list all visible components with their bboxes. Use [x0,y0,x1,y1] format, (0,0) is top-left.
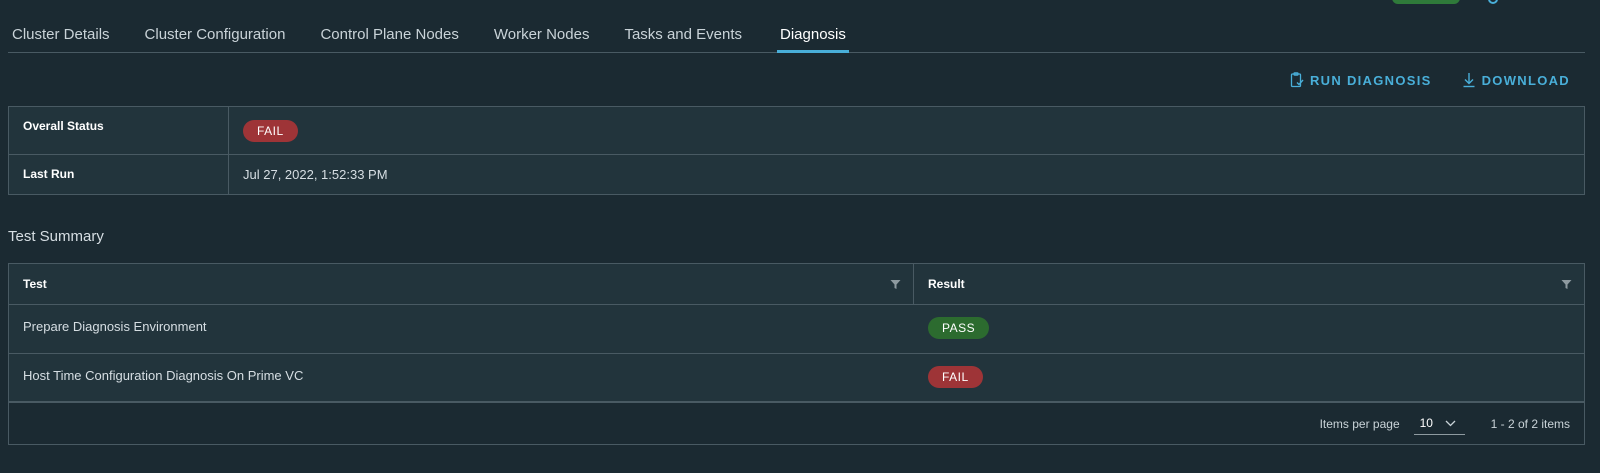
overall-status-label: Overall Status [9,107,229,154]
tab-cluster-configuration[interactable]: Cluster Configuration [145,18,286,53]
tab-cluster-details[interactable]: Cluster Details [12,18,110,53]
run-diagnosis-label: RUN DIAGNOSIS [1309,72,1432,88]
top-help-icon[interactable] [1488,0,1498,4]
filter-icon[interactable] [890,279,901,290]
download-icon [1463,73,1475,88]
grid-header: Test Result [9,264,1584,305]
run-diagnosis-button[interactable]: RUN DIAGNOSIS [1290,72,1432,88]
column-header-result-label: Result [928,277,965,291]
status-badge: PASS [928,317,990,339]
last-run-row: Last Run Jul 27, 2022, 1:52:33 PM [9,155,1584,194]
tab-tasks-and-events[interactable]: Tasks and Events [624,18,742,53]
column-header-result[interactable]: Result [914,264,1584,304]
test-summary-title: Test Summary [8,228,104,245]
table-row[interactable]: Host Time Configuration Diagnosis On Pri… [9,354,1584,403]
status-badge: FAIL [928,366,983,388]
overall-status-value: FAIL [229,107,312,154]
grid-footer: Items per page 10 1 - 2 of 2 items [9,403,1584,444]
items-per-page-select[interactable]: 10 [1413,413,1465,435]
test-summary-grid: Test Result Prepare Diagnosis Environmen… [8,263,1585,445]
items-per-page-value: 10 [1419,416,1433,430]
tab-diagnosis[interactable]: Diagnosis [777,18,849,53]
items-per-page-label: Items per page [1319,416,1400,431]
table-row[interactable]: Prepare Diagnosis Environment PASS [9,305,1584,354]
pagination-range: 1 - 2 of 2 items [1490,416,1570,431]
test-name-cell: Host Time Configuration Diagnosis On Pri… [23,368,304,383]
download-label: DOWNLOAD [1481,72,1570,88]
tab-worker-nodes[interactable]: Worker Nodes [494,18,590,53]
download-button[interactable]: DOWNLOAD [1462,72,1570,88]
status-table: Overall Status FAIL Last Run Jul 27, 202… [8,106,1585,195]
tab-control-plane-nodes[interactable]: Control Plane Nodes [320,18,458,53]
status-badge: FAIL [243,120,298,142]
test-name-cell: Prepare Diagnosis Environment [23,319,207,334]
clipboard-check-icon [1290,72,1304,88]
chevron-down-icon [1445,420,1456,426]
result-cell: FAIL [914,354,1584,401]
last-run-label: Last Run [9,155,229,194]
last-run-value: Jul 27, 2022, 1:52:33 PM [243,167,388,182]
action-bar: RUN DIAGNOSIS DOWNLOAD [1290,72,1570,88]
overall-status-row: Overall Status FAIL [9,107,1584,155]
result-cell: PASS [914,305,1584,353]
top-status-pill [1392,0,1460,4]
column-header-test[interactable]: Test [9,264,914,304]
column-header-test-label: Test [23,277,47,291]
filter-icon[interactable] [1561,279,1572,290]
tab-bar: Cluster Details Cluster Configuration Co… [8,18,1585,53]
